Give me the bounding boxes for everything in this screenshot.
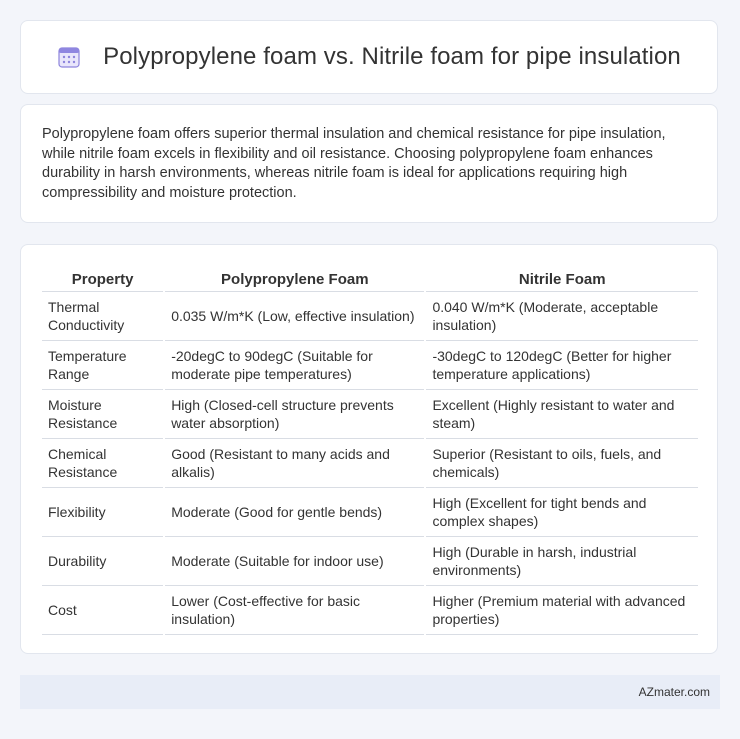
- column-header-property: Property: [42, 265, 165, 292]
- table-row: Chemical Resistance Good (Resistant to m…: [42, 438, 698, 488]
- property-cell: Flexibility: [42, 487, 165, 537]
- comparison-card: Property Polypropylene Foam Nitrile Foam…: [20, 244, 718, 654]
- footer-brand: AZmater.com: [638, 685, 710, 699]
- polypropylene-cell: -20degC to 90degC (Suitable for moderate…: [163, 340, 426, 390]
- polypropylene-cell: Good (Resistant to many acids and alkali…: [163, 438, 426, 488]
- column-header-polypropylene: Polypropylene Foam: [163, 265, 426, 292]
- table-row: Cost Lower (Cost-effective for basic ins…: [42, 585, 698, 635]
- nitrile-cell: High (Excellent for tight bends and comp…: [424, 487, 698, 537]
- property-cell: Durability: [42, 536, 165, 586]
- calendar-icon: [57, 45, 81, 69]
- intro-paragraph: Polypropylene foam offers superior therm…: [42, 126, 666, 201]
- polypropylene-cell: Moderate (Good for gentle bends): [163, 487, 426, 537]
- table-row: Temperature Range -20degC to 90degC (Sui…: [42, 340, 698, 390]
- nitrile-cell: 0.040 W/m*K (Moderate, acceptable insula…: [424, 291, 698, 341]
- property-cell: Chemical Resistance: [42, 438, 165, 488]
- page-title: Polypropylene foam vs. Nitrile foam for …: [103, 43, 681, 70]
- nitrile-cell: Superior (Resistant to oils, fuels, and …: [424, 438, 698, 488]
- property-cell: Moisture Resistance: [42, 389, 165, 439]
- footer-bar: AZmater.com: [20, 675, 720, 709]
- table-row: Moisture Resistance High (Closed-cell st…: [42, 389, 698, 439]
- table-header-row: Property Polypropylene Foam Nitrile Foam: [42, 265, 698, 292]
- table-row: Flexibility Moderate (Good for gentle be…: [42, 487, 698, 537]
- column-header-nitrile: Nitrile Foam: [424, 265, 698, 292]
- polypropylene-cell: 0.035 W/m*K (Low, effective insulation): [163, 291, 426, 341]
- polypropylene-cell: High (Closed-cell structure prevents wat…: [163, 389, 426, 439]
- comparison-table: Property Polypropylene Foam Nitrile Foam…: [42, 265, 698, 635]
- title-card: Polypropylene foam vs. Nitrile foam for …: [20, 20, 718, 94]
- table-row: Durability Moderate (Suitable for indoor…: [42, 536, 698, 586]
- nitrile-cell: High (Durable in harsh, industrial envir…: [424, 536, 698, 586]
- table-row: Thermal Conductivity 0.035 W/m*K (Low, e…: [42, 291, 698, 341]
- property-cell: Thermal Conductivity: [42, 291, 165, 341]
- property-cell: Cost: [42, 585, 165, 635]
- nitrile-cell: Excellent (Highly resistant to water and…: [424, 389, 698, 439]
- intro-card: Polypropylene foam offers superior therm…: [20, 104, 718, 223]
- polypropylene-cell: Lower (Cost-effective for basic insulati…: [163, 585, 426, 635]
- property-cell: Temperature Range: [42, 340, 165, 390]
- nitrile-cell: Higher (Premium material with advanced p…: [424, 585, 698, 635]
- polypropylene-cell: Moderate (Suitable for indoor use): [163, 536, 426, 586]
- nitrile-cell: -30degC to 120degC (Better for higher te…: [424, 340, 698, 390]
